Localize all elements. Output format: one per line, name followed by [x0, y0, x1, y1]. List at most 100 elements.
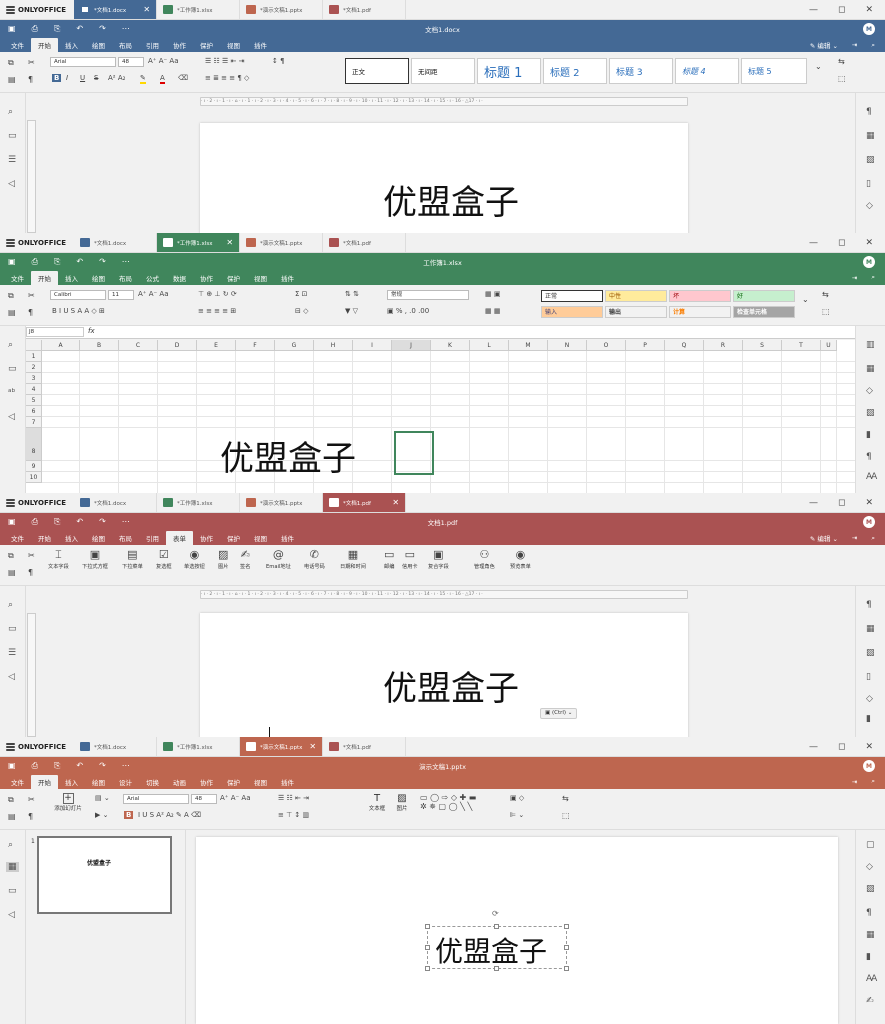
font-size-select[interactable]: 11	[108, 290, 134, 300]
cell-ops-icon[interactable]: ⊟ ◇	[295, 307, 308, 315]
style-heading-3[interactable]: 标题 3	[609, 58, 673, 84]
table-settings-icon[interactable]: ▦	[866, 930, 875, 940]
menu-forms[interactable]: 表单	[166, 531, 193, 545]
menu-draw[interactable]: 绘图	[85, 38, 112, 52]
close-tab-icon[interactable]: ✕	[309, 742, 316, 751]
cut-icon[interactable]: ✂	[28, 58, 35, 67]
format-painter-icon[interactable]: ¶	[28, 812, 33, 821]
menu-plugins[interactable]: 插件	[247, 38, 274, 52]
style-heading-2[interactable]: 标题 2	[543, 58, 607, 84]
menu-insert[interactable]: 插入	[58, 775, 85, 789]
style-neutral[interactable]: 中性	[605, 290, 667, 302]
feedback-icon[interactable]: ◁	[8, 412, 15, 422]
vertical-ruler[interactable]	[27, 120, 36, 233]
more-icon[interactable]: ⋯	[122, 257, 130, 267]
style-check-cell[interactable]: 检查单元格	[733, 306, 795, 318]
avatar[interactable]: M	[863, 760, 875, 772]
avatar[interactable]: M	[863, 516, 875, 528]
bold-button[interactable]: B	[124, 811, 134, 819]
menu-file[interactable]: 文件	[4, 531, 31, 545]
tab-pdf[interactable]: *文档1.pdf ✕	[323, 493, 407, 512]
chart-settings-icon[interactable]: ▮	[866, 952, 871, 962]
column-header-r[interactable]: R	[704, 340, 743, 351]
column-header-a[interactable]: A	[42, 340, 80, 351]
paragraph-settings-icon[interactable]: ¶	[866, 908, 872, 918]
menu-layout[interactable]: 布局	[112, 271, 139, 285]
paste-icon[interactable]: ▤	[8, 812, 16, 821]
menu-data[interactable]: 数据	[166, 271, 193, 285]
avatar[interactable]: M	[863, 23, 875, 35]
tab-pdf[interactable]: *文档1.pdf	[323, 233, 407, 252]
form-tool-12[interactable]: ▣ 复合字段	[428, 547, 449, 570]
feedback-icon[interactable]: ◁	[8, 179, 15, 189]
cut-icon[interactable]: ✂	[28, 551, 35, 560]
style-bad[interactable]: 坏	[669, 290, 731, 302]
open-location-icon[interactable]: ⇥	[852, 41, 857, 49]
number-format-icons[interactable]: ▣ % , .0 .00	[387, 307, 429, 315]
more-icon[interactable]: ⋯	[122, 761, 130, 771]
font-family-select[interactable]: Arial	[50, 57, 116, 67]
comments-icon[interactable]: ▭	[8, 886, 17, 896]
horizontal-ruler[interactable]: · ı · 2 · ı · 1 · ı · ⌂ · ı · 1 · ı · 2 …	[200, 97, 688, 106]
copy-icon[interactable]: ⧉	[8, 291, 14, 301]
row-header-6[interactable]: 6	[26, 406, 42, 417]
styles-expand-icon[interactable]: ⌄	[815, 62, 822, 71]
textbox-button[interactable]: T 文本框	[366, 793, 388, 812]
menu-design[interactable]: 设计	[112, 775, 139, 789]
image-button[interactable]: ▨ 图片	[392, 793, 412, 812]
style-normal[interactable]: 正常	[541, 290, 603, 302]
column-header-m[interactable]: M	[509, 340, 548, 351]
style-output[interactable]: 输出	[605, 306, 667, 318]
row-header-1[interactable]: 1	[26, 351, 42, 362]
fx-icon[interactable]: fx	[88, 327, 95, 335]
form-tool-7[interactable]: @ Email地址	[266, 547, 291, 570]
cell-settings-icon[interactable]: ▥	[866, 340, 875, 350]
restore-button[interactable]: ◻	[838, 5, 845, 15]
strike-button[interactable]: S	[94, 74, 98, 82]
quick-print-icon[interactable]: ⎘	[54, 257, 60, 267]
menu-transitions[interactable]: 切换	[139, 775, 166, 789]
form-tool-8[interactable]: ✆ 电话号码	[304, 547, 325, 570]
form-tool-3[interactable]: ☑ 复选框	[156, 547, 172, 570]
avatar[interactable]: M	[863, 256, 875, 268]
menu-file[interactable]: 文件	[4, 271, 31, 285]
horizontal-ruler[interactable]: · ı · 2 · ı · 1 · ı · ⌂ · ı · 1 · ı · 2 …	[200, 590, 688, 599]
form-tool-11[interactable]: ▭ 信用卡	[402, 547, 418, 570]
print-icon[interactable]: ⎙	[32, 761, 38, 771]
resize-handle[interactable]	[425, 924, 430, 929]
menu-file[interactable]: 文件	[4, 775, 31, 789]
align-icons[interactable]: ≡ ⊤ ↕ ▥	[278, 811, 309, 819]
resize-handle[interactable]	[564, 966, 569, 971]
restore-button[interactable]: ◻	[838, 238, 845, 248]
select-icon[interactable]: ⬚	[822, 307, 830, 316]
tab-docx[interactable]: *文档1.docx	[74, 737, 158, 756]
redo-icon[interactable]: ↷	[99, 761, 106, 771]
form-tool-9[interactable]: ▦ 日期和时间	[340, 547, 366, 570]
spellcheck-icon[interactable]: ᵃᵇ	[8, 388, 15, 398]
line-spacing-icon[interactable]: ↕ ¶	[272, 57, 285, 65]
align-shape-icon[interactable]: ⊫ ⌄	[510, 811, 524, 819]
menu-draw[interactable]: 绘图	[85, 775, 112, 789]
paste-icon[interactable]: ▤	[8, 308, 16, 317]
image-settings-icon[interactable]: ▨	[866, 155, 875, 165]
menu-plugins[interactable]: 插件	[274, 775, 301, 789]
format-painter-icon[interactable]: ¶	[28, 308, 33, 317]
doc-page[interactable]: 优盟盒子	[200, 123, 688, 233]
menu-file[interactable]: 文件	[4, 38, 31, 52]
cut-icon[interactable]: ✂	[28, 291, 35, 300]
tab-docx[interactable]: *文档1.docx	[74, 233, 158, 252]
style-normal[interactable]: 正文	[345, 58, 409, 84]
feedback-icon[interactable]: ◁	[8, 910, 15, 920]
redo-icon[interactable]: ↷	[99, 257, 106, 267]
form-tool-1[interactable]: ▣ 下拉式方框	[82, 547, 108, 570]
slides-panel-icon[interactable]: ▦	[6, 862, 19, 872]
shape-settings-icon[interactable]: ◇	[866, 201, 873, 211]
menu-draw[interactable]: 绘图	[85, 271, 112, 285]
tab-pptx[interactable]: *演示文稿1.pptx	[240, 493, 324, 512]
undo-icon[interactable]: ↶	[76, 24, 83, 34]
menu-collaboration[interactable]: 协作	[193, 271, 220, 285]
search-icon[interactable]: ⌕	[8, 340, 13, 350]
row-header-4[interactable]: 4	[26, 384, 42, 395]
paragraph-settings-icon[interactable]: ¶	[866, 600, 872, 610]
format-painter-icon[interactable]: ¶	[28, 568, 33, 577]
